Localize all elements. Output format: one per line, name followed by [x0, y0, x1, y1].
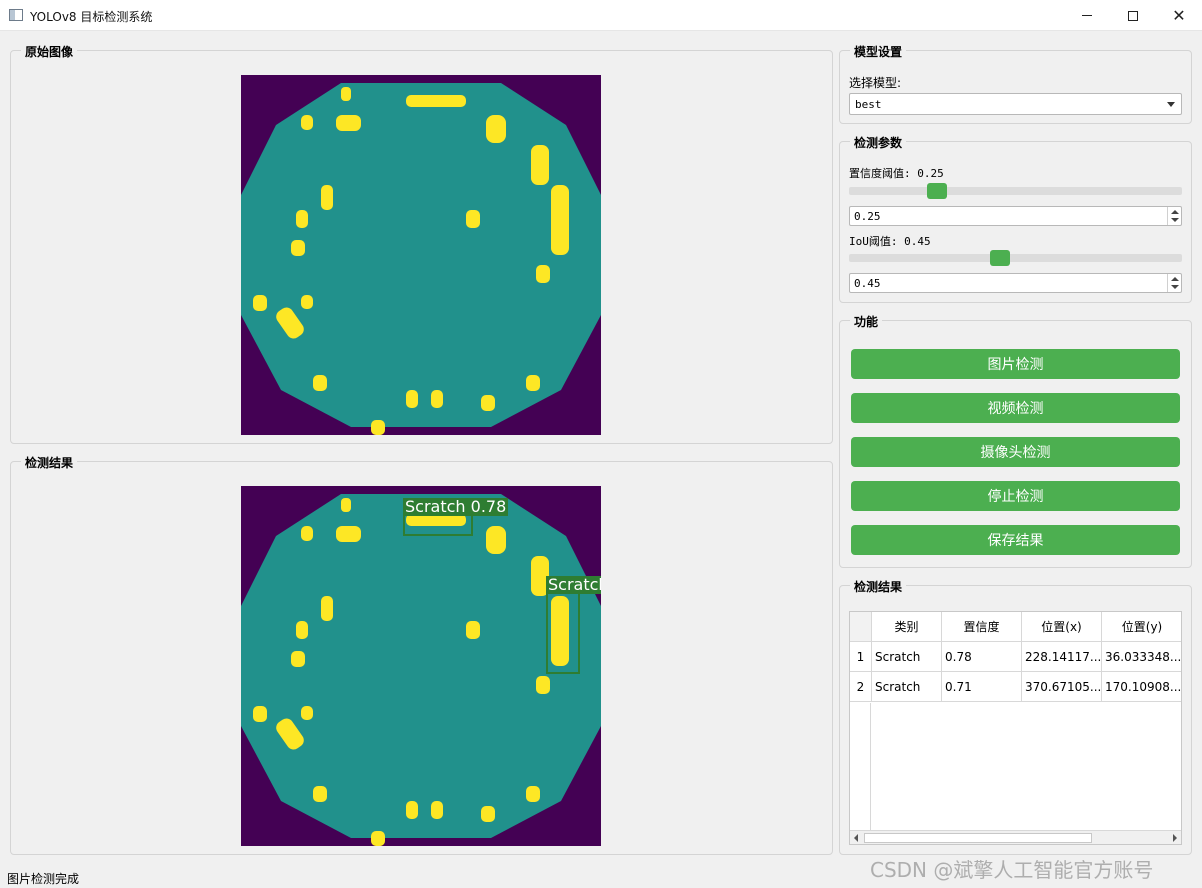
- original-image-title: 原始图像: [21, 43, 78, 60]
- cell-class[interactable]: Scratch: [872, 672, 942, 702]
- cell-class[interactable]: Scratch: [872, 642, 942, 672]
- arrow-up-icon[interactable]: [1171, 277, 1179, 281]
- model-select-value: best: [855, 98, 882, 111]
- detection-label-2: Scratch 0.71: [546, 576, 601, 594]
- arrow-down-icon[interactable]: [1171, 285, 1179, 289]
- cell-y[interactable]: 36.033348...: [1102, 642, 1181, 672]
- results-title: 检测结果: [850, 578, 907, 595]
- cell-x[interactable]: 370.67105...: [1022, 672, 1102, 702]
- iou-label: IoU阈值: 0.45: [849, 235, 931, 248]
- column-header-x[interactable]: 位置(x): [1022, 612, 1102, 642]
- iou-spinbox[interactable]: 0.45: [849, 273, 1182, 293]
- scroll-right-icon[interactable]: [1173, 834, 1177, 842]
- image-detect-button[interactable]: 图片检测: [851, 349, 1180, 379]
- confidence-label: 置信度阈值: 0.25: [849, 167, 944, 180]
- watermark: CSDN @斌擎人工智能官方账号: [870, 858, 1154, 882]
- close-button[interactable]: ✕: [1156, 0, 1202, 31]
- cell-x[interactable]: 228.14117...: [1022, 642, 1102, 672]
- detect-params-title: 检测参数: [850, 134, 907, 151]
- minimize-button[interactable]: [1064, 0, 1110, 31]
- minimize-icon: [1082, 15, 1092, 16]
- arrow-down-icon[interactable]: [1171, 218, 1179, 222]
- confidence-slider-track: [849, 187, 1182, 195]
- column-header-y[interactable]: 位置(y): [1102, 612, 1181, 642]
- original-image-graphic: [241, 83, 601, 435]
- iou-slider-track: [849, 254, 1182, 262]
- horizontal-scrollbar[interactable]: [850, 830, 1181, 844]
- app-icon: [9, 9, 23, 21]
- result-image: Scratch 0.78 Scratch 0.71: [241, 486, 601, 846]
- stop-detect-button[interactable]: 停止检测: [851, 481, 1180, 511]
- table-corner[interactable]: [850, 612, 872, 642]
- confidence-spinbox-arrows[interactable]: [1167, 207, 1181, 225]
- title-bar: YOLOv8 目标检测系统 ✕: [0, 0, 1202, 31]
- cell-confidence[interactable]: 0.78: [942, 642, 1022, 672]
- maximize-button[interactable]: [1110, 0, 1156, 31]
- model-settings-title: 模型设置: [850, 43, 907, 60]
- cell-y[interactable]: 170.10908...: [1102, 672, 1181, 702]
- detection-label-1: Scratch 0.78: [403, 498, 509, 516]
- cell-confidence[interactable]: 0.71: [942, 672, 1022, 702]
- row-number[interactable]: 1: [850, 642, 872, 672]
- column-header-class[interactable]: 类别: [872, 612, 942, 642]
- result-image-title: 检测结果: [21, 454, 78, 471]
- confidence-spinbox-value: 0.25: [854, 210, 881, 223]
- maximize-icon: [1128, 10, 1138, 21]
- confidence-slider-handle[interactable]: [927, 183, 948, 199]
- camera-detect-button[interactable]: 摄像头检测: [851, 437, 1180, 467]
- row-header-filler: [850, 703, 871, 830]
- table-header: 类别 置信度 位置(x) 位置(y): [850, 612, 1181, 642]
- window-title: YOLOv8 目标检测系统: [30, 10, 153, 24]
- row-number[interactable]: 2: [850, 672, 872, 702]
- iou-slider[interactable]: [849, 248, 1182, 268]
- results-table[interactable]: 类别 置信度 位置(x) 位置(y) 1 Scratch 0.78 228.14…: [849, 611, 1182, 845]
- chevron-down-icon: [1167, 102, 1175, 107]
- arrow-up-icon[interactable]: [1171, 210, 1179, 214]
- column-header-confidence[interactable]: 置信度: [942, 612, 1022, 642]
- iou-spinbox-arrows[interactable]: [1167, 274, 1181, 292]
- iou-slider-handle[interactable]: [989, 250, 1010, 266]
- original-image: [241, 75, 601, 435]
- scroll-left-icon[interactable]: [854, 834, 858, 842]
- save-results-button[interactable]: 保存结果: [851, 525, 1180, 555]
- model-select[interactable]: best: [849, 93, 1182, 115]
- iou-spinbox-value: 0.45: [854, 277, 881, 290]
- confidence-slider[interactable]: [849, 181, 1182, 201]
- video-detect-button[interactable]: 视频检测: [851, 393, 1180, 423]
- scrollbar-thumb[interactable]: [864, 833, 1092, 843]
- select-model-label: 选择模型:: [849, 76, 902, 90]
- functions-title: 功能: [850, 313, 883, 330]
- close-icon: ✕: [1172, 6, 1186, 25]
- status-text: 图片检测完成: [7, 872, 80, 886]
- confidence-spinbox[interactable]: 0.25: [849, 206, 1182, 226]
